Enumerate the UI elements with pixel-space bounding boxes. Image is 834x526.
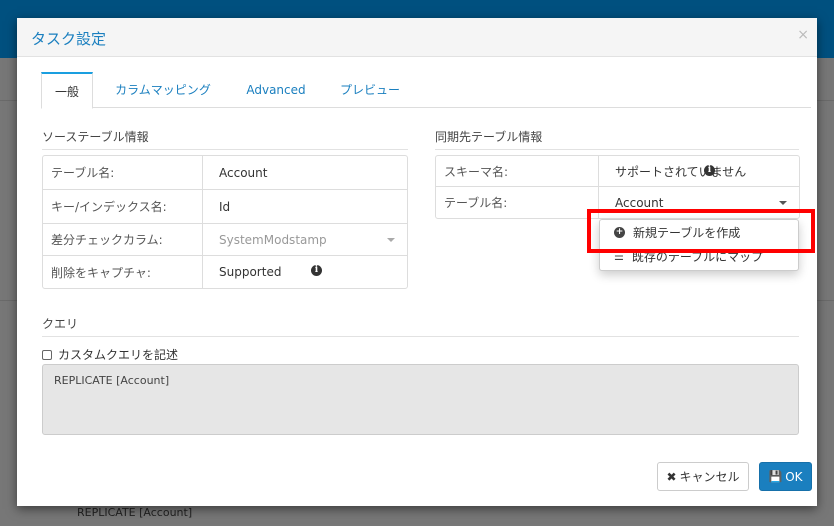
checkbox-label: カスタムクエリを記述 — [58, 348, 179, 362]
select-value: Account — [615, 195, 664, 210]
caret-down-icon — [387, 237, 395, 242]
select-value: SystemModstamp — [219, 232, 327, 247]
query-textarea[interactable]: REPLICATE [Account] — [42, 364, 799, 435]
info-icon[interactable]: i — [704, 165, 715, 176]
close-icon: ✖ — [666, 469, 677, 484]
highlight-box — [587, 209, 815, 253]
modal-header: タスク設定 × — [17, 18, 817, 57]
row-value: サポートされていません i — [599, 156, 799, 186]
row-value: Supported i — [203, 256, 407, 288]
row-value: Id — [219, 199, 231, 214]
info-icon[interactable]: i — [311, 265, 322, 276]
row-label: テーブル名: — [436, 187, 599, 218]
row-value: Account — [219, 165, 268, 180]
info-row: 差分チェックカラム: SystemModstamp — [43, 224, 407, 256]
row-label: 削除をキャプチャ: — [43, 256, 203, 288]
background-query-text: REPLICATE [Account] — [77, 506, 193, 519]
source-table-info: テーブル名: Account キー/インデックス名: Id 差分チェックカラム: Sy… — [42, 155, 408, 289]
diff-column-select[interactable]: SystemModstamp — [203, 224, 407, 255]
row-label: キー/インデックス名: — [43, 190, 203, 223]
tab-advanced[interactable]: Advanced — [241, 72, 311, 108]
row-label: 差分チェックカラム: — [43, 224, 203, 255]
row-label: スキーマ名: — [436, 156, 599, 186]
modal-title: タスク設定 — [31, 30, 107, 48]
ok-label: OK — [785, 469, 803, 484]
capture-deletes-value: Supported — [219, 265, 282, 279]
tab-preview[interactable]: プレビュー — [334, 72, 406, 108]
tab-general[interactable]: 一般 — [41, 72, 93, 109]
query-section-heading: クエリ — [42, 315, 799, 337]
schema-value: サポートされていません — [615, 164, 747, 179]
destination-section-heading: 同期先テーブル情報 — [435, 128, 799, 150]
checkbox[interactable] — [42, 349, 52, 360]
cancel-button[interactable]: ✖ キャンセル — [657, 462, 749, 491]
info-row: テーブル名: Account — [43, 156, 407, 190]
row-label: テーブル名: — [43, 156, 203, 189]
tab-bar: 一般 カラムマッピング Advanced プレビュー — [41, 72, 811, 109]
save-icon: 💾 — [768, 470, 783, 483]
custom-query-checkbox[interactable]: カスタムクエリを記述 — [42, 346, 178, 363]
caret-down-icon — [779, 200, 787, 205]
ok-button[interactable]: 💾 OK — [759, 462, 812, 491]
task-settings-modal: タスク設定 × 一般 カラムマッピング Advanced プレビュー ソーステー… — [17, 18, 817, 506]
info-row: キー/インデックス名: Id — [43, 190, 407, 224]
info-row: スキーマ名: サポートされていません i — [436, 156, 799, 187]
close-icon[interactable]: × — [797, 27, 809, 43]
cancel-label: キャンセル — [679, 470, 740, 484]
source-section-heading: ソーステーブル情報 — [42, 128, 408, 150]
info-row: 削除をキャプチャ: Supported i — [43, 256, 407, 288]
tab-column-mapping[interactable]: カラムマッピング — [111, 72, 215, 108]
